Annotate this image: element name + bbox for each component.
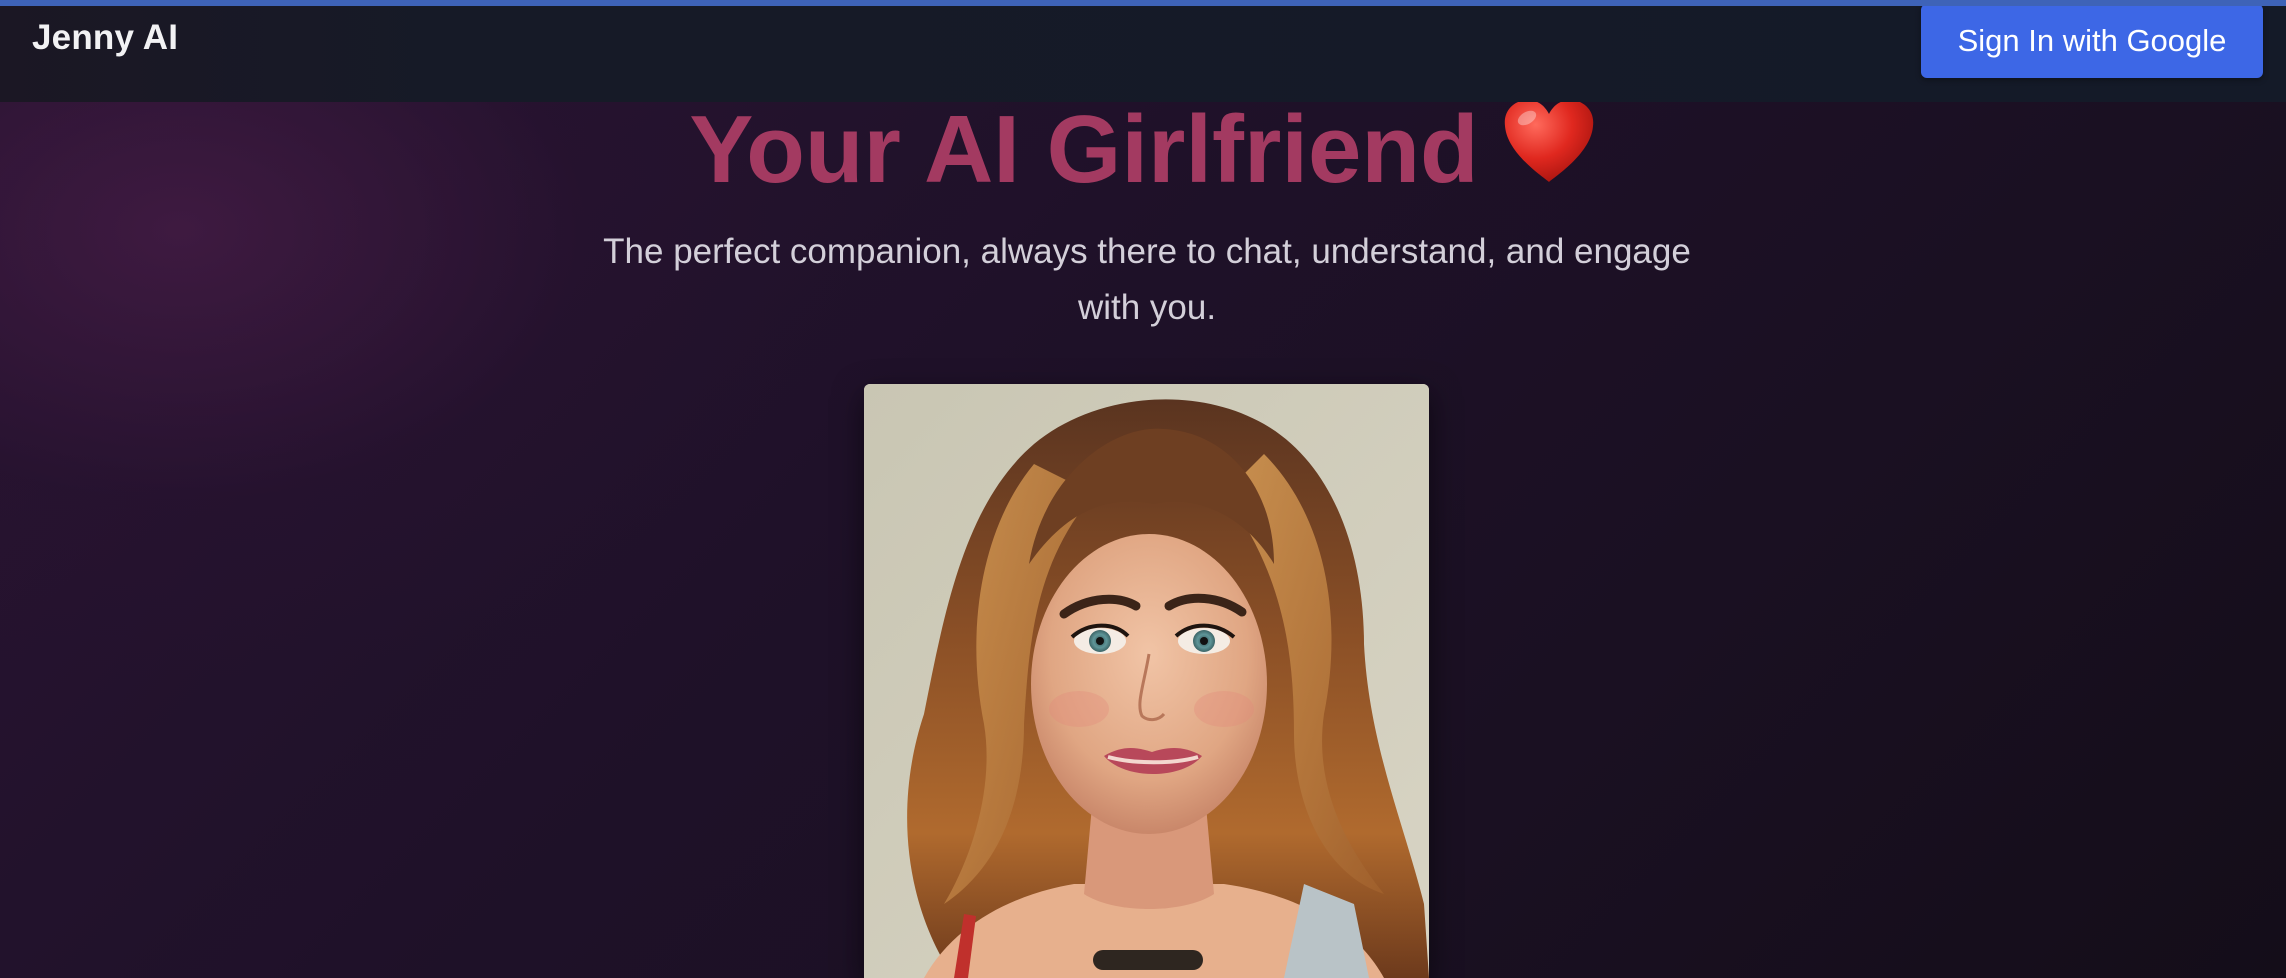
top-accent-bar — [0, 0, 2286, 6]
home-indicator-bar — [1093, 950, 1203, 970]
red-heart-icon — [1501, 98, 1597, 186]
sign-in-google-button[interactable]: Sign In with Google — [1921, 4, 2263, 78]
hero-title: Your AI Girlfriend — [0, 98, 2286, 202]
hero-title-text: Your AI Girlfriend — [689, 96, 1479, 203]
hero-subtitle: The perfect companion, always there to c… — [603, 232, 1691, 327]
navbar: Jenny AI Sign In with Google — [0, 0, 2286, 102]
portrait-image — [864, 384, 1429, 978]
brand-logo-text[interactable]: Jenny AI — [32, 18, 178, 58]
